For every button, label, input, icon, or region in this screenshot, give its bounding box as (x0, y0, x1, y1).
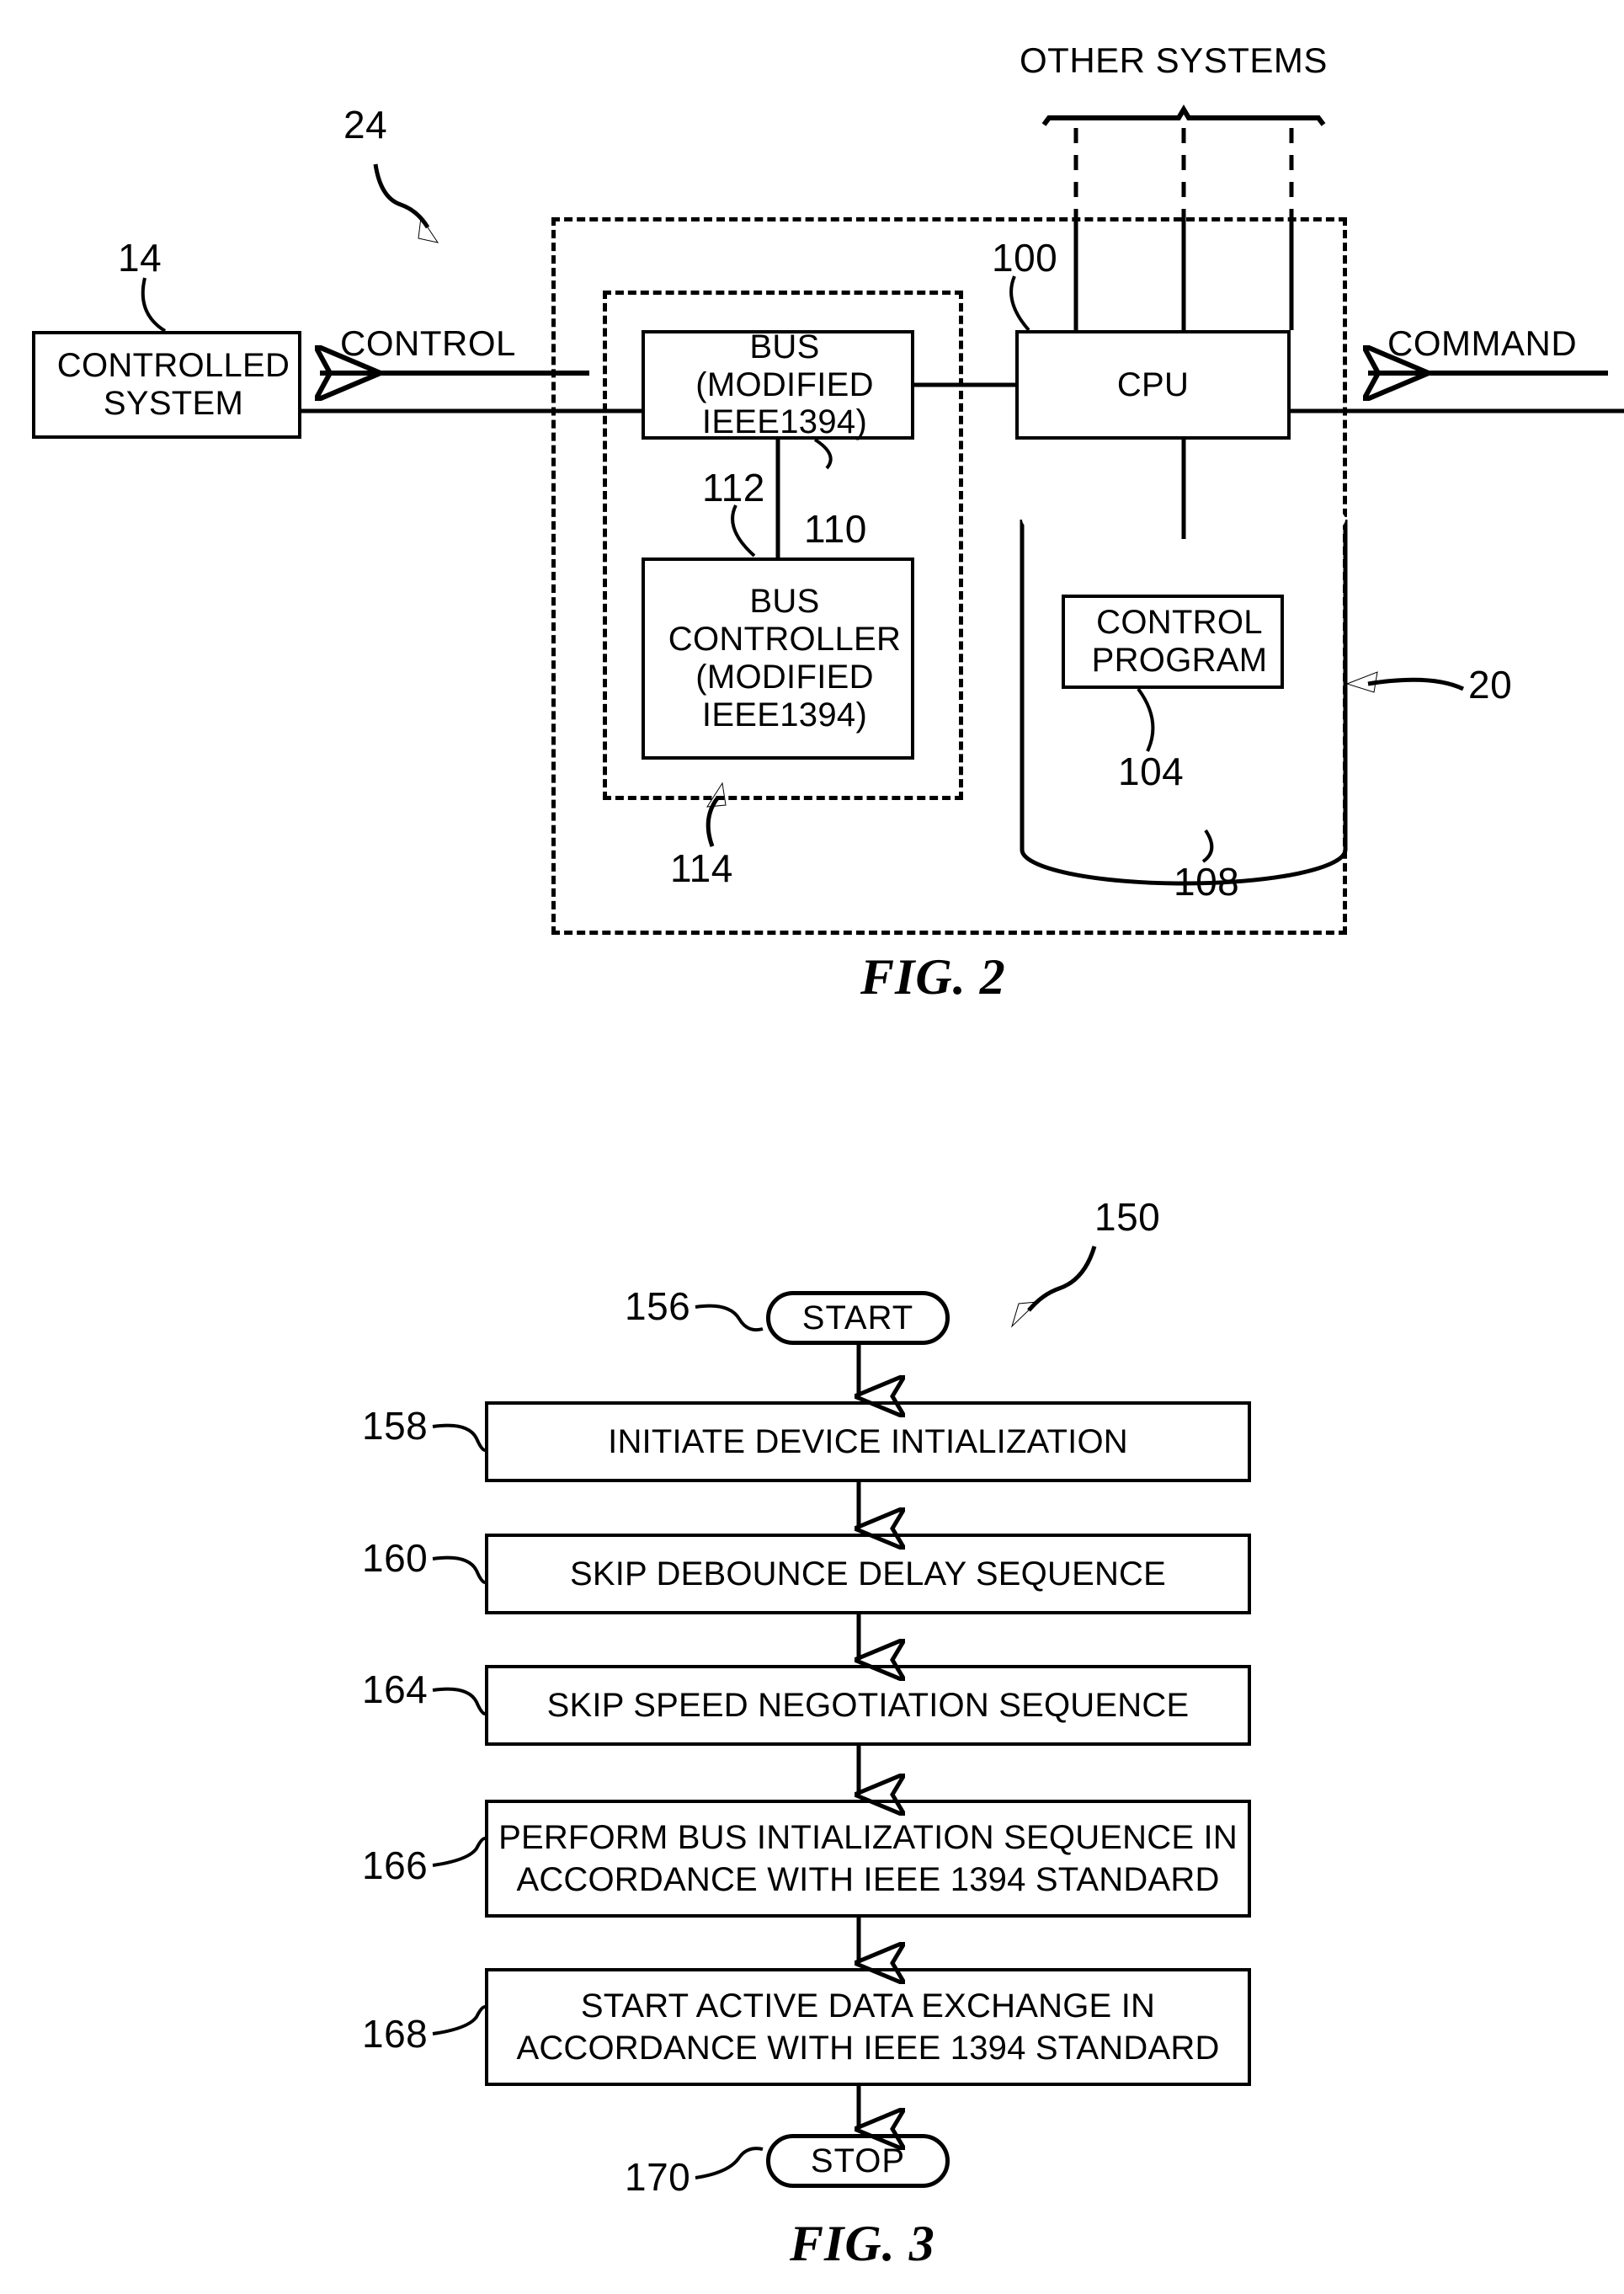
flow-start-label: START (801, 1299, 914, 1336)
command-flow-label: COMMAND (1387, 323, 1578, 363)
flow-start-terminal[interactable]: START (766, 1291, 950, 1345)
controlled-system-box[interactable]: CONTROLLED SYSTEM (32, 331, 301, 439)
flow-step-168-line2: ACCORDANCE WITH IEEE 1394 STANDARD (516, 2030, 1220, 2067)
figure3-caption: FIG. 3 (790, 2216, 935, 2271)
flow-step-164-text: SKIP SPEED NEGOTIATION SEQUENCE (547, 1684, 1190, 1726)
ref-104: 104 (1118, 750, 1185, 793)
ref-112: 112 (702, 466, 765, 509)
patent-figure-page: CONTROLLED SYSTEM BUS (MODIFIED IEEE1394… (0, 0, 1624, 2294)
flow-step-160-line1: SKIP DEBOUNCE DELAY SEQUENCE (569, 1555, 1167, 1592)
ref-168: 168 (362, 2012, 429, 2056)
flow-step-158-line1: INITIATE DEVICE INTIALIZATION (608, 1423, 1128, 1460)
ref-108: 108 (1174, 860, 1240, 904)
flow-step-166-line2: ACCORDANCE WITH IEEE 1394 STANDARD (516, 1861, 1220, 1898)
bus-controller-line4: IEEE1394) (701, 696, 868, 734)
controlled-system-label: CONTROLLED SYSTEM (35, 347, 298, 423)
figure2-caption: FIG. 2 (860, 949, 1006, 1005)
bus-controller-line3: (MODIFIED (695, 659, 874, 696)
bus-label: BUS (MODIFIED IEEE1394) (645, 328, 911, 441)
other-systems-label: OTHER SYSTEMS (1020, 40, 1328, 80)
ref-158: 158 (362, 1404, 429, 1448)
controlled-system-line2: SYSTEM (103, 385, 244, 422)
flow-stop-terminal[interactable]: STOP (766, 2134, 950, 2188)
bus-controller-box[interactable]: BUS CONTROLLER (MODIFIED IEEE1394) (642, 557, 914, 760)
control-flow-label: CONTROL (340, 323, 516, 363)
flow-step-168-text: START ACTIVE DATA EXCHANGE IN ACCORDANCE… (516, 1985, 1219, 2069)
cpu-box[interactable]: CPU (1015, 330, 1291, 440)
flow-step-166-line1: PERFORM BUS INTIALIZATION SEQUENCE IN (498, 1819, 1238, 1856)
ref-164: 164 (362, 1667, 429, 1711)
control-program-label: CONTROL PROGRAM (1065, 604, 1281, 680)
flow-stop-label: STOP (810, 2142, 906, 2179)
bus-controller-line2: CONTROLLER (668, 621, 902, 659)
bus-controller-label: BUS CONTROLLER (MODIFIED IEEE1394) (645, 583, 911, 734)
flow-step-168[interactable]: START ACTIVE DATA EXCHANGE IN ACCORDANCE… (485, 1968, 1251, 2086)
control-program-line2: PROGRAM (1091, 642, 1268, 679)
flow-step-168-line1: START ACTIVE DATA EXCHANGE IN (580, 1987, 1156, 2025)
ref-156: 156 (625, 1284, 691, 1328)
control-program-box[interactable]: CONTROL PROGRAM (1062, 595, 1284, 689)
cpu-label: CPU (1116, 365, 1190, 403)
flow-step-166[interactable]: PERFORM BUS INTIALIZATION SEQUENCE IN AC… (485, 1800, 1251, 1918)
bus-line1: BUS (MODIFIED (695, 328, 874, 403)
control-program-line1: CONTROL (1096, 604, 1263, 642)
ref-110: 110 (804, 507, 867, 551)
flow-step-166-text: PERFORM BUS INTIALIZATION SEQUENCE IN AC… (498, 1817, 1238, 1901)
ref-100: 100 (992, 236, 1058, 280)
ref-150: 150 (1094, 1195, 1161, 1239)
bus-controller-line1: BUS (749, 583, 820, 621)
ref-166: 166 (362, 1843, 429, 1887)
ref-114: 114 (670, 846, 733, 890)
bus-line2: IEEE1394) (701, 403, 868, 441)
flow-step-164-line1: SKIP SPEED NEGOTIATION SEQUENCE (546, 1687, 1190, 1724)
controlled-system-line1: CONTROLLED (56, 347, 290, 385)
flow-step-160[interactable]: SKIP DEBOUNCE DELAY SEQUENCE (485, 1534, 1251, 1614)
ref-160: 160 (362, 1536, 429, 1580)
flow-step-158[interactable]: INITIATE DEVICE INTIALIZATION (485, 1401, 1251, 1482)
ref-170: 170 (625, 2155, 691, 2199)
ref-14: 14 (118, 236, 162, 280)
flow-step-164[interactable]: SKIP SPEED NEGOTIATION SEQUENCE (485, 1665, 1251, 1746)
flow-step-160-text: SKIP DEBOUNCE DELAY SEQUENCE (570, 1553, 1166, 1595)
bus-box[interactable]: BUS (MODIFIED IEEE1394) (642, 328, 914, 441)
ref-20: 20 (1468, 663, 1513, 707)
flow-step-158-text: INITIATE DEVICE INTIALIZATION (608, 1421, 1128, 1463)
ref-24: 24 (343, 103, 388, 147)
